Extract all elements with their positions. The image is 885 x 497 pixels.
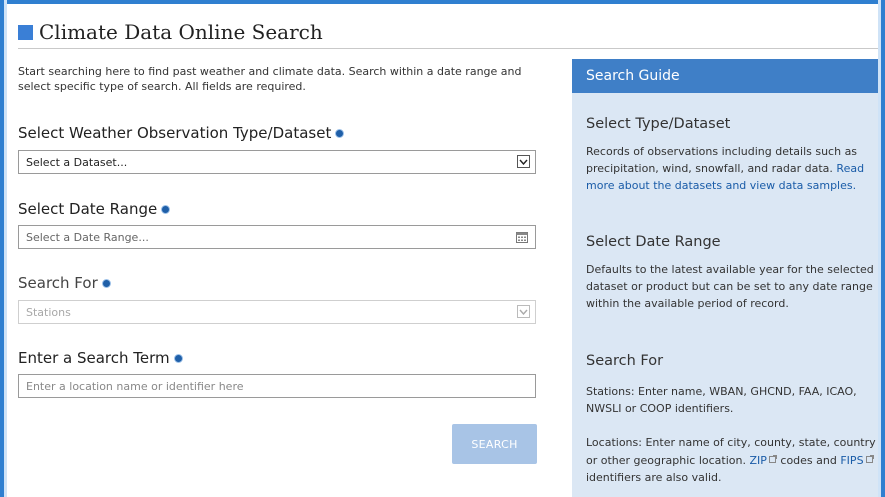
page-title: Climate Data Online Search [18,20,323,44]
dataset-label-text: Select Weather Observation Type/Dataset [18,124,332,142]
search-term-label-text: Enter a Search Term [18,349,170,367]
calendar-icon[interactable] [516,231,528,243]
title-square-icon [18,24,33,40]
title-divider [18,48,878,49]
external-link-icon [865,451,874,463]
guide-type-title: Select Type/Dataset [586,116,731,132]
info-icon[interactable] [173,353,183,363]
intro-text: Start searching here to find past weathe… [18,65,522,93]
window-frame-left-inner [4,0,7,497]
guide-stations-text: Stations: Enter name, WBAN, GHCND, FAA, … [586,385,857,415]
chevron-down-icon[interactable] [517,155,530,168]
search-for-value: Stations [26,305,71,319]
guide-date-text: Defaults to the latest available year fo… [586,263,874,310]
info-icon[interactable] [335,128,345,138]
info-icon[interactable] [101,278,111,288]
guide-locations-text: Locations: Enter name of city, county, s… [586,434,876,486]
guide-search-title: Search For [586,353,664,369]
guide-locations-b: codes and [780,454,837,467]
search-term-placeholder: Enter a location name or identifier here [26,379,244,393]
search-guide-header: Search Guide [572,59,878,93]
search-guide-panel: Search Guide Select Type/Dataset Records… [572,59,878,497]
search-term-label: Enter a Search Term [18,349,183,367]
window-frame-right [881,0,885,497]
search-button[interactable]: SEARCH [452,424,537,464]
guide-type-text: Records of observations including detail… [586,143,876,194]
search-term-input[interactable]: Enter a location name or identifier here [18,374,536,398]
dataset-select[interactable]: Select a Dataset... [18,150,536,174]
search-for-label: Search For [18,274,111,292]
guide-date-title: Select Date Range [586,234,721,250]
date-range-label: Select Date Range [18,200,171,218]
search-for-select[interactable]: Stations [18,300,536,324]
date-range-input[interactable]: Select a Date Range... [18,225,536,249]
date-range-placeholder: Select a Date Range... [26,230,149,244]
window-frame-top [0,0,885,4]
page-title-text: Climate Data Online Search [39,20,323,44]
guide-locations-c: identifiers are also valid. [586,471,722,484]
chevron-down-icon[interactable] [517,305,530,318]
guide-type-desc: Records of observations including detail… [586,145,858,175]
zip-link[interactable]: ZIP [749,454,766,467]
dataset-label: Select Weather Observation Type/Dataset [18,124,345,142]
dataset-select-value: Select a Dataset... [26,155,128,169]
fips-link[interactable]: FIPS [840,454,863,467]
search-for-label-text: Search For [18,274,98,292]
info-icon[interactable] [161,204,171,214]
window-frame-right-inner [878,0,881,497]
external-link-icon [768,451,777,463]
date-range-label-text: Select Date Range [18,200,158,218]
